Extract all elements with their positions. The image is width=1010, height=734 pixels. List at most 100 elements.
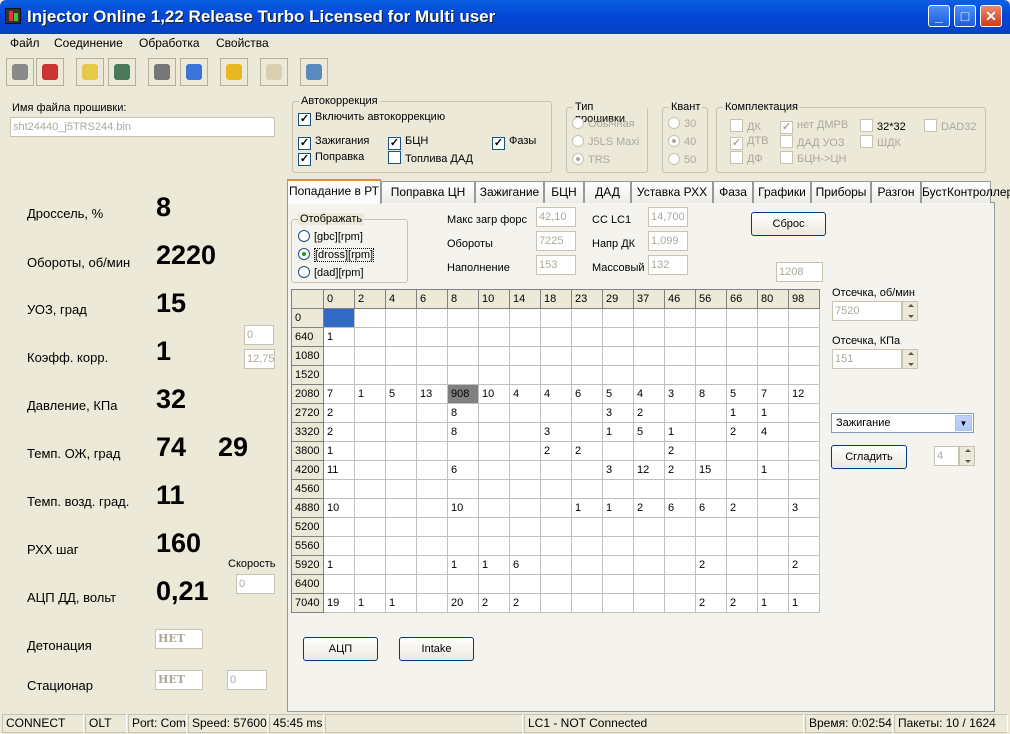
tab-bcn[interactable]: БЦН [544,181,584,203]
grid-cell[interactable] [509,441,541,461]
grid-cell[interactable]: 1 [478,555,510,575]
df-checkbox[interactable]: ДФ [730,151,763,166]
grid-cell[interactable] [416,536,448,556]
grid-cell[interactable] [664,365,696,385]
fwtype-normal-radio[interactable]: Обычная [572,117,635,131]
grid-cell[interactable] [571,327,603,347]
grid-cell[interactable] [509,517,541,537]
grid-cell[interactable]: 2 [695,593,727,613]
display-gbc-radio[interactable]: [gbc][rpm] [298,230,363,244]
grid-cell[interactable]: 2 [478,593,510,613]
grid-cell[interactable] [726,441,758,461]
grid-cell[interactable] [695,365,727,385]
grid-cell[interactable] [726,308,758,328]
grid-cell[interactable]: 19 [323,593,355,613]
grid-cell[interactable] [385,517,417,537]
grid-cell[interactable] [354,479,386,499]
cc-lc1-field[interactable]: 14,700 [648,207,688,227]
grid-cell[interactable] [695,517,727,537]
grid-cell[interactable] [447,536,479,556]
app-icon[interactable] [5,8,21,24]
disconnect-button[interactable] [36,58,64,86]
grid-cell[interactable]: 3 [602,460,634,480]
grid-cell[interactable] [323,574,355,594]
grid-cell[interactable] [478,327,510,347]
grid-cell[interactable] [540,460,572,480]
grid-cell[interactable] [416,593,448,613]
grid-cell[interactable] [664,555,696,575]
grid-cell[interactable] [354,517,386,537]
grid-cell[interactable] [385,422,417,442]
grid-cell[interactable] [416,517,448,537]
grid-cell[interactable]: 2 [323,422,355,442]
grid-cell[interactable]: 1 [571,498,603,518]
grid-cell[interactable]: 7 [323,384,355,404]
mass-field[interactable]: 132 [648,255,688,275]
grid-cell[interactable] [385,365,417,385]
grid-cell[interactable] [602,308,634,328]
grid-cell[interactable] [478,308,510,328]
grid-cell[interactable] [447,346,479,366]
grid-cell[interactable] [602,327,634,347]
enable-autocorrection-checkbox[interactable]: ✓ Включить автокоррекцию [298,111,445,126]
grid-cell[interactable] [757,498,789,518]
grid-cell[interactable] [385,403,417,423]
grid-cell[interactable]: 1 [602,422,634,442]
grid-cell[interactable] [726,574,758,594]
correction-checkbox[interactable]: ✓ Поправка [298,151,364,166]
dtv-checkbox[interactable]: ✓ ДТВ [730,135,769,150]
grid-cell[interactable] [695,346,727,366]
grid-cell[interactable]: 1 [757,403,789,423]
grid-cell[interactable]: 11 [323,460,355,480]
grid-cell[interactable] [447,574,479,594]
menu-connection[interactable]: Соединение [54,36,123,50]
extra-field[interactable]: 1208 [776,262,823,282]
grid-cell[interactable] [571,422,603,442]
grid-cell[interactable] [478,536,510,556]
grid-cell[interactable]: 3 [602,403,634,423]
grid-cell[interactable] [633,479,665,499]
grid-cell[interactable] [540,574,572,594]
grid-cell[interactable]: 5 [385,384,417,404]
stationary-field-2[interactable]: 0 [227,670,267,690]
grid-cell[interactable] [788,441,820,461]
dk-voltage-field[interactable]: 1,099 [648,231,688,251]
dk-checkbox[interactable]: ДК [730,119,761,134]
grid-cell[interactable]: 8 [447,422,479,442]
grid-cell[interactable]: 2 [788,555,820,575]
grid-cell[interactable]: 7 [757,384,789,404]
grid-cell[interactable] [757,555,789,575]
phases-checkbox[interactable]: ✓ Фазы [492,135,536,150]
cutoff-kpa-field[interactable]: 151 [832,349,902,369]
grid-cell[interactable] [571,403,603,423]
grid-cell[interactable] [788,403,820,423]
pause-button[interactable] [180,58,208,86]
grid-cell[interactable]: 2 [726,498,758,518]
grid-cell[interactable] [354,555,386,575]
cutoff-rpm-field[interactable]: 7520 [832,301,902,321]
grid-cell[interactable]: 5 [602,384,634,404]
grid-cell[interactable] [416,498,448,518]
grid-cell[interactable]: 1 [385,593,417,613]
grid-cell[interactable] [385,460,417,480]
grid-cell[interactable]: 13 [416,384,448,404]
grid-cell[interactable] [416,308,448,328]
grid-cell[interactable]: 12 [633,460,665,480]
grid-cell[interactable]: 10 [323,498,355,518]
grid-cell[interactable]: 1 [726,403,758,423]
grid-cell[interactable] [447,517,479,537]
grid-cell[interactable] [509,422,541,442]
grid-cell[interactable] [788,308,820,328]
grid-cell[interactable] [695,403,727,423]
grid-cell[interactable] [385,327,417,347]
grid-cell[interactable] [447,441,479,461]
grid-cell[interactable] [726,346,758,366]
grid-cell[interactable]: 3 [664,384,696,404]
clipboard-button[interactable] [260,58,288,86]
grid-cell[interactable] [385,441,417,461]
grid-cell[interactable] [602,517,634,537]
grid-cell[interactable] [633,536,665,556]
grid-cell[interactable] [571,346,603,366]
grid-cell[interactable] [571,536,603,556]
grid-cell[interactable]: 2 [633,498,665,518]
